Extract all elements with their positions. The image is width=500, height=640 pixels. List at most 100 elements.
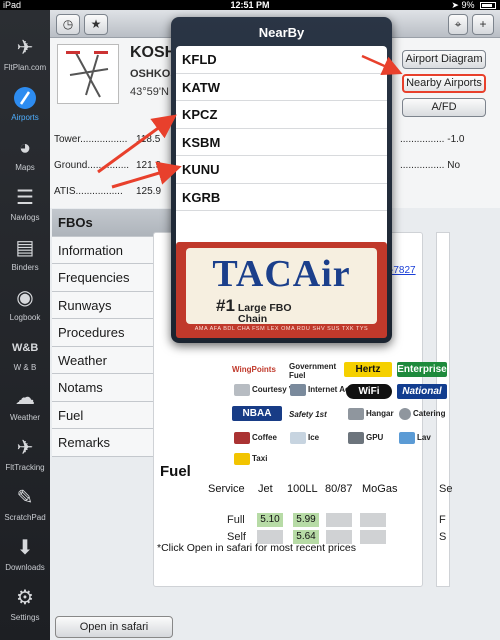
weight-balance-icon: W&B [12, 342, 39, 354]
battery-indicator: ➤ 9% [451, 0, 496, 10]
lav-icon [399, 432, 415, 444]
tab-downloads[interactable]: ⬇ Downloads [0, 530, 50, 580]
settings-icon: ⚙ [16, 587, 34, 609]
add-button[interactable]: + [472, 14, 494, 35]
afd-button[interactable]: A/FD [402, 98, 486, 117]
star-icon: ★ [90, 17, 102, 31]
clock-icon: ◷ [62, 17, 74, 31]
info-value: -1.0 [447, 134, 465, 145]
tab-flttracking[interactable]: ✈ FltTracking [0, 430, 50, 480]
ad-tagline-number: #1 [216, 296, 235, 315]
airport-diagram-thumbnail[interactable] [57, 44, 119, 104]
nearby-airports-button[interactable]: Nearby Airports [402, 74, 486, 93]
open-in-safari-button[interactable]: Open in safari [55, 616, 173, 638]
fuel-header-mogas: MoGas [362, 483, 398, 495]
amenity-label: Lav [417, 433, 431, 443]
tab-bar: ✈ FltPlan.com Airports ◕ Maps ☰ Navlogs ▤ Bi… [0, 10, 50, 640]
hangar-icon [348, 408, 364, 420]
amenity-wingpoints: WingPoints [232, 365, 276, 374]
freq-ground: Ground............... 121.9 [54, 160, 161, 171]
ad-panel: TACAir #1 Large FBO Chain [186, 248, 377, 325]
amenity-ice: Ice [290, 432, 319, 444]
airport-diagram-button[interactable]: Airport Diagram [402, 50, 486, 69]
fuel-header-service: Service [208, 483, 245, 495]
freq-value: 118.5 [136, 134, 161, 145]
airports-icon [12, 85, 38, 111]
fuel-title: Fuel [160, 463, 191, 480]
fuel-price-full-8087 [326, 513, 352, 527]
favorites-button[interactable]: ★ [84, 14, 108, 35]
tab-weight-balance[interactable]: W&B W & B [0, 330, 50, 380]
freq-label: Tower................. [54, 134, 128, 145]
tab-label: FltPlan.com [3, 63, 47, 72]
catering-icon [399, 408, 411, 420]
ice-icon [290, 432, 306, 444]
amenity-label: Taxi [252, 454, 268, 464]
maps-icon: ◕ [18, 137, 32, 159]
fuel-header-8087: 80/87 [325, 483, 353, 495]
tab-settings[interactable]: ⚙ Settings [0, 580, 50, 630]
tab-navlogs[interactable]: ☰ Navlogs [0, 180, 50, 230]
airport-code: KOSH [130, 44, 177, 61]
tab-label: ScratchPad [4, 513, 46, 522]
amenity-gpu: GPU [348, 432, 383, 444]
fuel-note: *Click Open in safari for most recent pr… [157, 542, 356, 554]
fuel-header-jet: Jet [258, 483, 273, 495]
nearby-item[interactable]: KATW [176, 74, 387, 101]
tab-weather[interactable]: ☁ Weather [0, 380, 50, 430]
info-value: No [447, 160, 461, 171]
gpu-icon [348, 432, 364, 444]
binders-icon: ▤ [15, 237, 35, 259]
airport-latitude: 43°59'N [130, 86, 169, 98]
tab-label: Weather [9, 413, 41, 422]
tab-maps[interactable]: ◕ Maps [0, 130, 50, 180]
coffee-icon [234, 432, 250, 444]
info-label: ................ [400, 134, 445, 145]
amenity-label: GPU [366, 433, 384, 443]
tab-label: FltTracking [5, 463, 45, 472]
amenity-coffee: Coffee [234, 432, 277, 444]
scratchpad-icon: ✎ [16, 487, 34, 509]
tab-label: W & B [13, 363, 37, 372]
flttracking-icon: ✈ [16, 437, 34, 459]
amenity-government-fuel: Government Fuel [289, 362, 337, 380]
freq-value: 125.9 [136, 186, 162, 197]
amenity-label: Catering [413, 409, 446, 419]
nearby-list: KFLD KATW KPCZ KSBM KUNU KGRB [176, 46, 387, 251]
location-button[interactable]: ⌖ [448, 14, 468, 35]
tab-airports[interactable]: Airports [0, 80, 50, 130]
taxi-icon [234, 453, 250, 465]
freq-atis: ATIS................. 125.9 [54, 186, 161, 197]
amenity-label: Coffee [252, 433, 277, 443]
downloads-icon: ⬇ [16, 537, 34, 559]
fuel-header-100ll: 100LL [287, 483, 318, 495]
amenity-wifi: WiFi [346, 384, 392, 399]
status-bar: iPad 12:51 PM ➤ 9% [0, 0, 500, 10]
fuel-price-self-mogas [360, 530, 386, 544]
nearby-item[interactable]: KFLD [176, 46, 387, 74]
battery-icon [480, 2, 496, 9]
battery-percent: 9% [461, 0, 475, 10]
tacair-advertisement[interactable]: TACAir #1 Large FBO Chain AMA AFA BDL CH… [176, 242, 387, 338]
fuel-right-header: Se [439, 483, 453, 495]
tab-label: Maps [15, 163, 35, 172]
tab-binders[interactable]: ▤ Binders [0, 230, 50, 280]
tab-fltplan[interactable]: ✈ FltPlan.com [0, 30, 50, 80]
nearby-item[interactable]: KSBM [176, 129, 387, 156]
history-button[interactable]: ◷ [56, 14, 80, 35]
nearby-item[interactable]: KUNU [176, 156, 387, 184]
clock: 12:51 PM [230, 0, 270, 10]
amenity-lav: Lav [399, 432, 431, 444]
amenity-hertz: Hertz [344, 362, 392, 377]
tab-logbook[interactable]: ◉ Logbook [0, 280, 50, 330]
tab-scratchpad[interactable]: ✎ ScratchPad [0, 480, 50, 530]
computer-icon [290, 384, 306, 396]
tab-label: Logbook [9, 313, 41, 322]
freq-value: 121.9 [136, 160, 162, 171]
ad-brand: TACAir [212, 253, 351, 295]
nearby-item[interactable]: KGRB [176, 184, 387, 211]
amenity-enterprise: Enterprise [397, 362, 447, 377]
nearby-item[interactable]: KPCZ [176, 101, 387, 129]
tab-label: Downloads [5, 563, 45, 572]
tab-label: Airports [11, 113, 39, 122]
